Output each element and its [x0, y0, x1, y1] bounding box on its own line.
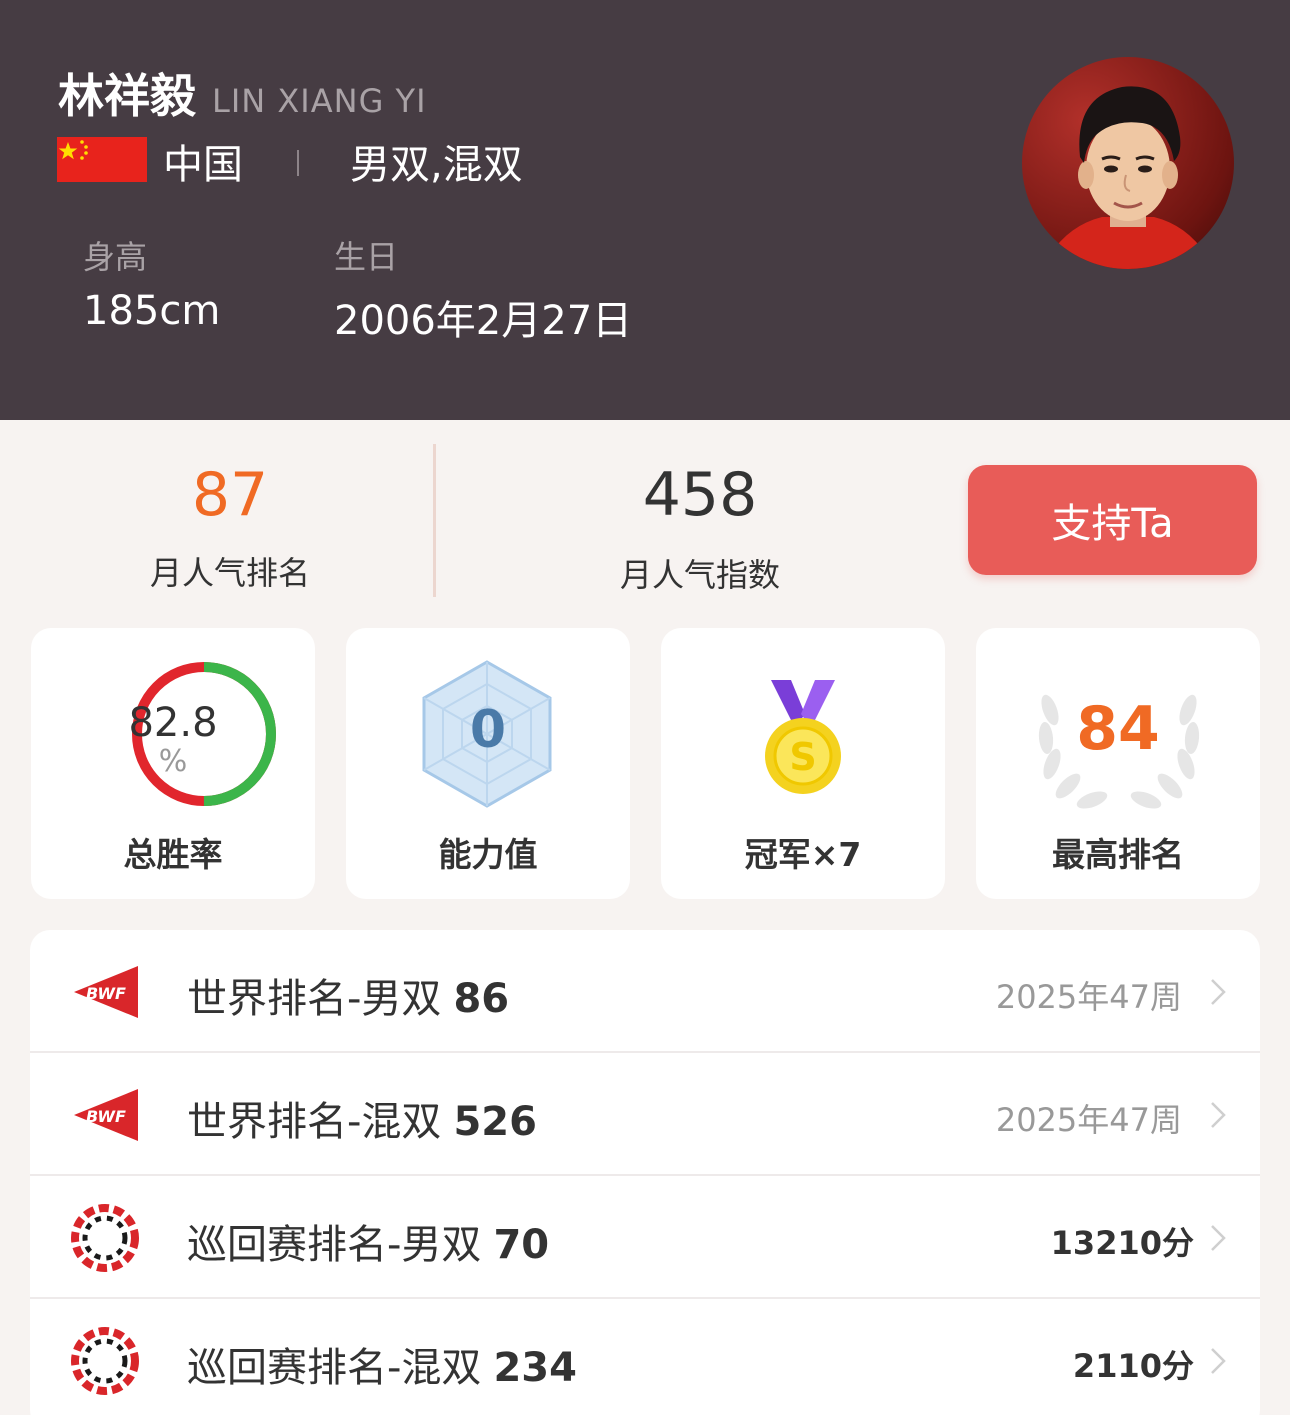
birthday-label: 生日	[334, 238, 399, 276]
svg-text:S: S	[789, 735, 816, 779]
height-value: 185cm	[83, 288, 221, 334]
player-header: 林祥毅 LIN XIANG YI 中国 男双,混双 身高 185cm 生日 20…	[0, 0, 1290, 420]
bwf-logo-icon: BWF	[74, 966, 138, 1018]
player-name-row: 林祥毅 LIN XIANG YI	[58, 60, 427, 126]
win-rate-label: 总胜率	[123, 835, 223, 874]
ability-value: 0	[469, 700, 507, 760]
ranking-row-title: 巡回赛排名-男双 70	[187, 1222, 550, 1268]
height-label: 身高	[83, 238, 148, 276]
ranking-row-world-mixed-doubles[interactable]: BWF 世界排名-混双 526 2025年47周	[30, 1053, 1260, 1176]
chevron-right-icon	[1211, 1348, 1226, 1374]
player-name-en: LIN XIANG YI	[212, 82, 427, 120]
best-rank-value: 84	[1076, 694, 1160, 764]
ranking-row-tour-mens-doubles[interactable]: 巡回赛排名-男双 70 13210分	[30, 1176, 1260, 1299]
ranking-row-points: 13210分	[1050, 1224, 1194, 1262]
chevron-right-icon	[1211, 1225, 1226, 1251]
chevron-right-icon	[1211, 979, 1226, 1005]
ranking-row-points: 2110分	[1072, 1347, 1194, 1385]
ranking-row-world-mens-doubles[interactable]: BWF 世界排名-男双 86 2025年47周	[30, 930, 1260, 1053]
tour-logo-icon	[71, 1327, 139, 1395]
monthly-popularity-rank-value: 87	[191, 460, 269, 530]
ability-label: 能力值	[438, 835, 538, 874]
china-flag-icon	[57, 137, 147, 182]
tour-logo-icon	[71, 1204, 139, 1272]
svg-text:BWF: BWF	[86, 984, 126, 1003]
birthday-value: 2006年2月27日	[334, 298, 633, 344]
monthly-popularity-rank-label: 月人气排名	[149, 554, 310, 592]
best-rank-card[interactable]: 84 最高排名	[976, 628, 1260, 899]
monthly-popularity-index-value: 458	[642, 460, 758, 530]
header-divider	[297, 150, 299, 176]
player-country: 中国	[163, 142, 243, 188]
champion-card[interactable]: S 冠军×7	[661, 628, 945, 899]
monthly-popularity-index-label: 月人气指数	[619, 556, 780, 594]
ranking-row-week: 2025年47周	[995, 1101, 1182, 1139]
best-rank-label: 最高排名	[1052, 835, 1184, 874]
bwf-logo-icon: BWF	[74, 1089, 138, 1141]
ranking-list: BWF 世界排名-男双 86 2025年47周 BWF 世界排名-混双 526 20…	[30, 930, 1260, 1415]
support-button[interactable]: 支持Ta	[968, 465, 1257, 575]
ranking-row-week: 2025年47周	[995, 978, 1182, 1016]
ranking-row-title: 世界排名-混双 526	[187, 1099, 537, 1145]
ranking-row-title: 巡回赛排名-混双 234	[187, 1345, 577, 1391]
popularity-divider	[433, 444, 436, 597]
player-avatar	[1022, 57, 1234, 269]
gold-medal-icon: S	[765, 680, 841, 794]
ranking-row-tour-mixed-doubles[interactable]: 巡回赛排名-混双 234 2110分	[30, 1299, 1260, 1415]
ranking-row-title: 世界排名-男双 86	[187, 976, 510, 1022]
svg-text:BWF: BWF	[86, 1107, 126, 1126]
player-name-cn: 林祥毅	[58, 69, 196, 123]
win-rate-value: 82.8	[128, 700, 218, 746]
player-events: 男双,混双	[350, 142, 523, 188]
win-rate-unit: %	[158, 744, 188, 779]
chevron-right-icon	[1211, 1102, 1226, 1128]
win-rate-card[interactable]: 82.8 % 总胜率	[31, 628, 315, 899]
champion-count-label: 冠军×7	[744, 835, 862, 874]
ability-card[interactable]: 0 能力值	[346, 628, 630, 899]
